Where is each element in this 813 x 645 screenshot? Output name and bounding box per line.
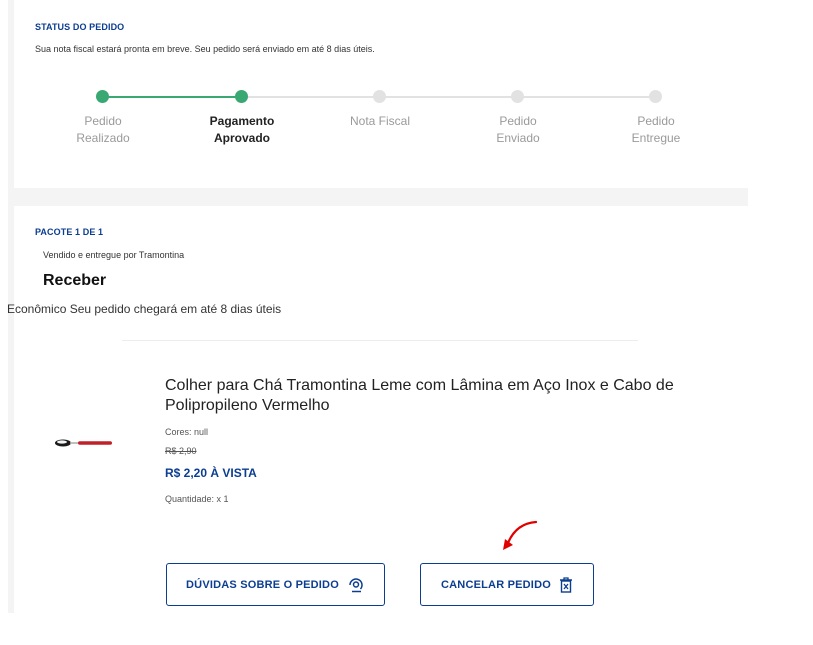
step-dot-pedido-entregue xyxy=(649,90,662,103)
product-image xyxy=(55,436,115,455)
step-label-pagamento-aprovado: Pagamento Aprovado xyxy=(209,114,275,145)
order-status-card: STATUS DO PEDIDO Sua nota fiscal estará … xyxy=(14,0,748,188)
status-heading: STATUS DO PEDIDO xyxy=(35,22,125,32)
cancel-order-button[interactable]: CANCELAR PEDIDO xyxy=(420,563,594,606)
order-questions-label: DÚVIDAS SOBRE O PEDIDO xyxy=(186,578,339,591)
step-dot-pagamento-aprovado xyxy=(235,90,248,103)
timeline-track-pending xyxy=(242,96,656,98)
step-dot-nota-fiscal xyxy=(373,90,386,103)
product-title[interactable]: Colher para Chá Tramontina Leme com Lâmi… xyxy=(165,376,745,416)
step-dot-pedido-realizado xyxy=(96,90,109,103)
step-label-nota-fiscal: Nota Fiscal xyxy=(349,114,411,128)
step-label-pedido-enviado: Pedido Enviado xyxy=(496,114,540,145)
timeline-track-done xyxy=(102,96,242,98)
product-colors: Cores: null xyxy=(165,427,209,437)
product-old-price: R$ 2,90 xyxy=(165,446,197,456)
step-label-pedido-entregue: Pedido Entregue xyxy=(631,114,681,145)
trash-icon xyxy=(559,576,572,593)
order-questions-button[interactable]: DÚVIDAS SOBRE O PEDIDO xyxy=(166,563,385,606)
annotation-arrow-icon xyxy=(503,520,538,550)
support-icon xyxy=(349,577,363,592)
delivery-type-title: Receber xyxy=(43,272,107,289)
step-dot-pedido-enviado xyxy=(511,90,524,103)
cancel-order-label: CANCELAR PEDIDO xyxy=(441,578,551,591)
package-heading: PACOTE 1 DE 1 xyxy=(35,227,104,237)
status-note: Sua nota fiscal estará pronta em breve. … xyxy=(35,44,375,54)
delivery-estimate: Econômico Seu pedido chegará em até 8 di… xyxy=(7,302,282,316)
spoon-icon xyxy=(55,439,112,447)
product-quantity: Quantidade: x 1 xyxy=(165,494,229,504)
seller-info: Vendido e entregue por Tramontina xyxy=(43,250,185,260)
step-label-pedido-realizado: Pedido Realizado xyxy=(76,114,130,145)
divider xyxy=(122,340,638,341)
product-price: R$ 2,20 À VISTA xyxy=(165,466,257,480)
